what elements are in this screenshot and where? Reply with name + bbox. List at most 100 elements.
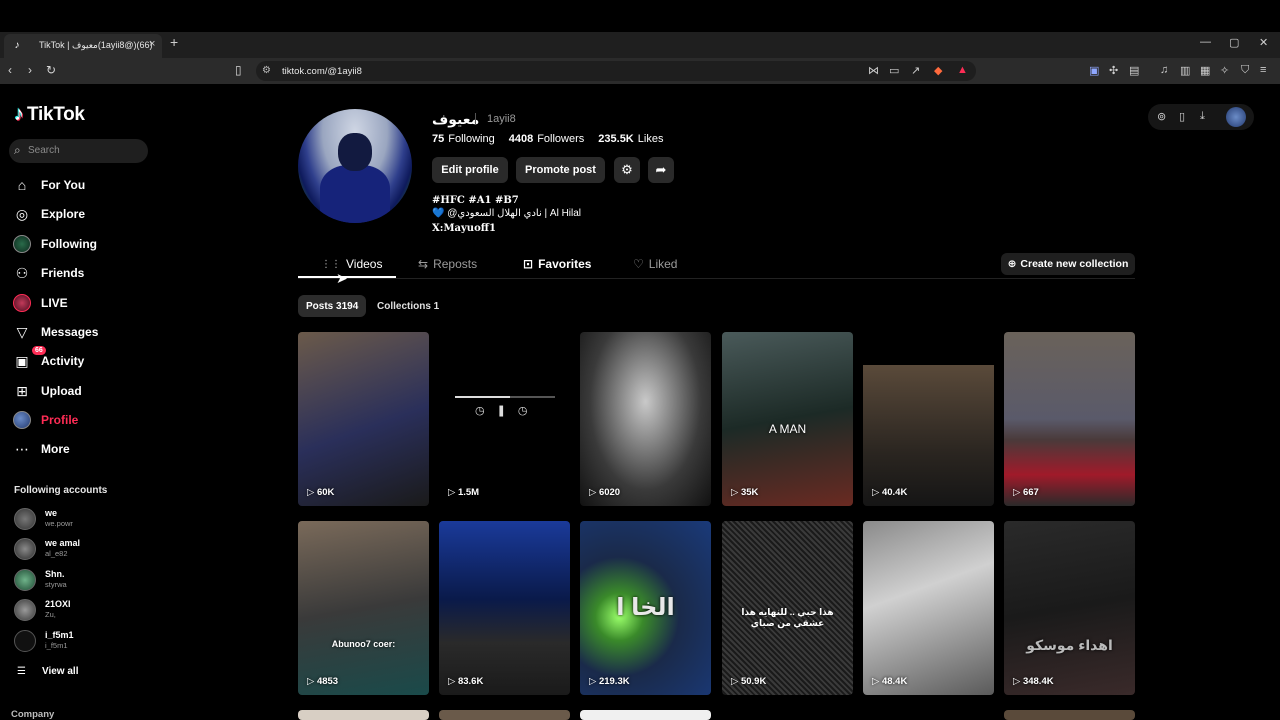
- promote-post-button[interactable]: Promote post: [516, 157, 605, 183]
- nav-live[interactable]: LIVE: [13, 292, 68, 314]
- search-placeholder: Search: [28, 145, 60, 156]
- settings-gear-icon[interactable]: ⚙: [614, 157, 640, 183]
- ai-icon[interactable]: ✧: [1220, 64, 1229, 77]
- menu-icon[interactable]: ≡: [1260, 64, 1266, 76]
- account-name: i_f5m1: [45, 630, 74, 640]
- collections-filter-chip[interactable]: Collections 1: [369, 295, 447, 317]
- view-count: ▷ 348.4K: [1013, 676, 1054, 687]
- brave-rewards-icon[interactable]: ▲: [957, 64, 968, 76]
- account-name: 21OXI: [45, 599, 71, 609]
- minimize-icon[interactable]: —: [1200, 36, 1211, 48]
- tab-videos[interactable]: ⋮⋮ Videos: [321, 256, 382, 272]
- tiktok-note-icon: ♪: [14, 103, 24, 125]
- video-tile-partial[interactable]: [439, 710, 570, 720]
- brave-shield-icon[interactable]: ◆: [934, 64, 942, 77]
- nav-upload[interactable]: ⊞ Upload: [13, 380, 82, 402]
- video-tile[interactable]: A MAN ▷ 35K: [722, 332, 853, 506]
- tab-liked[interactable]: ♡ Liked: [633, 256, 677, 272]
- video-tile[interactable]: ▷ 83.6K: [439, 521, 570, 695]
- nav-messages[interactable]: ▽ Messages: [13, 321, 99, 343]
- reload-icon[interactable]: ↻: [46, 63, 56, 77]
- cast-icon[interactable]: ▭: [889, 64, 899, 77]
- video-tile[interactable]: اهداء موسكو ▷ 348.4K: [1004, 521, 1135, 695]
- wallet-icon[interactable]: ▦: [1200, 64, 1210, 77]
- view-count: ▷ 6020: [589, 487, 621, 498]
- coins-icon[interactable]: ⊚: [1157, 110, 1166, 123]
- following-stat[interactable]: 75 Following: [432, 133, 495, 145]
- video-tile-partial[interactable]: [298, 710, 429, 720]
- nav-label: Following: [41, 237, 97, 251]
- view-all-button[interactable]: ☰ View all: [17, 666, 78, 677]
- search-icon: ⌕: [14, 143, 21, 157]
- nav-label: Upload: [41, 384, 82, 398]
- reader-icon[interactable]: ⋈: [868, 64, 879, 77]
- video-tile[interactable]: ◷❚◷ ▷ 1.5M: [439, 332, 570, 506]
- browser-tab[interactable]: ♪ TikTok | معيوف(1ayii8@)(66) ×: [4, 34, 162, 58]
- view-count: ▷ 219.3K: [589, 676, 630, 687]
- video-tile-partial[interactable]: [1004, 710, 1135, 720]
- device-icon[interactable]: ▯: [1179, 110, 1185, 123]
- bio-club: 💙 @نادي الهلال السعودي | Al Hilal: [432, 208, 582, 219]
- nav-following[interactable]: Following: [13, 233, 97, 255]
- url-text: tiktok.com/@1ayii8: [282, 66, 362, 77]
- nav-activity[interactable]: ▣ 66 Activity: [13, 346, 84, 372]
- search-input[interactable]: ⌕ Search: [9, 139, 148, 163]
- video-tile[interactable]: Abunoo7 coer: ▷ 4853: [298, 521, 429, 695]
- nav-label: Messages: [41, 325, 99, 339]
- nav-friends[interactable]: ⚇ Friends: [13, 262, 85, 284]
- nav-for-you[interactable]: ⌂ For You: [13, 174, 85, 196]
- view-count: ▷ 60K: [307, 487, 335, 498]
- likes-stat: 235.5K Likes: [598, 133, 664, 145]
- download-icon[interactable]: ⤓: [1200, 110, 1205, 123]
- video-tile[interactable]: الخا ا ▷ 219.3K: [580, 521, 711, 695]
- video-tile[interactable]: هذا حبي .. للنهايه هذا عشقي من صباي ▷ 50…: [722, 521, 853, 695]
- tab-label: Liked: [648, 257, 678, 271]
- account-handle: we.powr: [45, 519, 73, 528]
- tab-reposts[interactable]: ⇆ Reposts: [418, 256, 477, 272]
- edit-profile-button[interactable]: Edit profile: [432, 157, 508, 183]
- window-close-icon[interactable]: ✕: [1259, 36, 1268, 49]
- nav-profile[interactable]: Profile: [13, 409, 78, 431]
- shield-icon[interactable]: ⛉: [1241, 64, 1249, 77]
- tiktok-logo[interactable]: ♪ TikTok: [14, 103, 85, 126]
- share-icon[interactable]: ↗: [911, 64, 920, 77]
- nav-more[interactable]: ⋯ More: [13, 438, 70, 460]
- tab-favorites[interactable]: ⊡ Favorites: [523, 256, 591, 272]
- vpn-icon[interactable]: ▣: [1089, 64, 1099, 77]
- bookmark-icon[interactable]: ▯: [235, 63, 242, 77]
- mouse-cursor-icon: ➤: [336, 270, 348, 286]
- profile-avatar[interactable]: [298, 109, 412, 223]
- site-info-icon[interactable]: ⚙: [262, 65, 271, 76]
- music-icon[interactable]: ♫: [1160, 64, 1168, 76]
- user-avatar-icon[interactable]: [1226, 107, 1246, 127]
- video-tile[interactable]: ▷ 40.4K: [863, 332, 994, 506]
- more-icon: ⋯: [15, 441, 29, 457]
- share-arrow-icon[interactable]: ➦: [648, 157, 674, 183]
- back-icon[interactable]: ‹: [8, 63, 12, 77]
- extensions-icon[interactable]: ✣: [1109, 64, 1118, 77]
- video-tile[interactable]: ▷ 48.4K: [863, 521, 994, 695]
- tab-bar: ♪ TikTok | معيوف(1ayii8@)(66) ×: [0, 32, 1280, 58]
- maximize-icon[interactable]: ▢: [1229, 36, 1239, 49]
- panel-icon[interactable]: ▥: [1180, 64, 1190, 77]
- profile-stats: 75 Following 4408 Followers 235.5K Likes: [432, 133, 663, 145]
- video-tile[interactable]: ▷ 6020: [580, 332, 711, 506]
- view-count: ▷ 40.4K: [872, 487, 908, 498]
- forward-icon[interactable]: ›: [28, 63, 32, 77]
- video-tile-partial[interactable]: [580, 710, 711, 720]
- video-tile[interactable]: ▷ 60K: [298, 332, 429, 506]
- view-count: ▷ 4853: [307, 676, 339, 687]
- sidebar-icon[interactable]: ▤: [1129, 64, 1139, 77]
- posts-filter-chip[interactable]: Posts 3194: [298, 295, 367, 317]
- tab-close-icon[interactable]: ×: [149, 38, 155, 50]
- create-collection-button[interactable]: ⊕ Create new collection: [1001, 253, 1135, 275]
- nav-explore[interactable]: ◎ Explore: [13, 203, 85, 225]
- tab-label: Reposts: [433, 257, 478, 271]
- tab-title: TikTok | معيوف(1ayii8@)(66): [39, 40, 153, 50]
- followers-stat[interactable]: 4408 Followers: [509, 133, 585, 145]
- new-tab-button[interactable]: +: [170, 34, 178, 50]
- nav-label: More: [41, 442, 70, 456]
- video-tile[interactable]: ▷ 667: [1004, 332, 1135, 506]
- account-name: we: [45, 508, 58, 518]
- paper-plane-icon: ▽: [16, 324, 28, 340]
